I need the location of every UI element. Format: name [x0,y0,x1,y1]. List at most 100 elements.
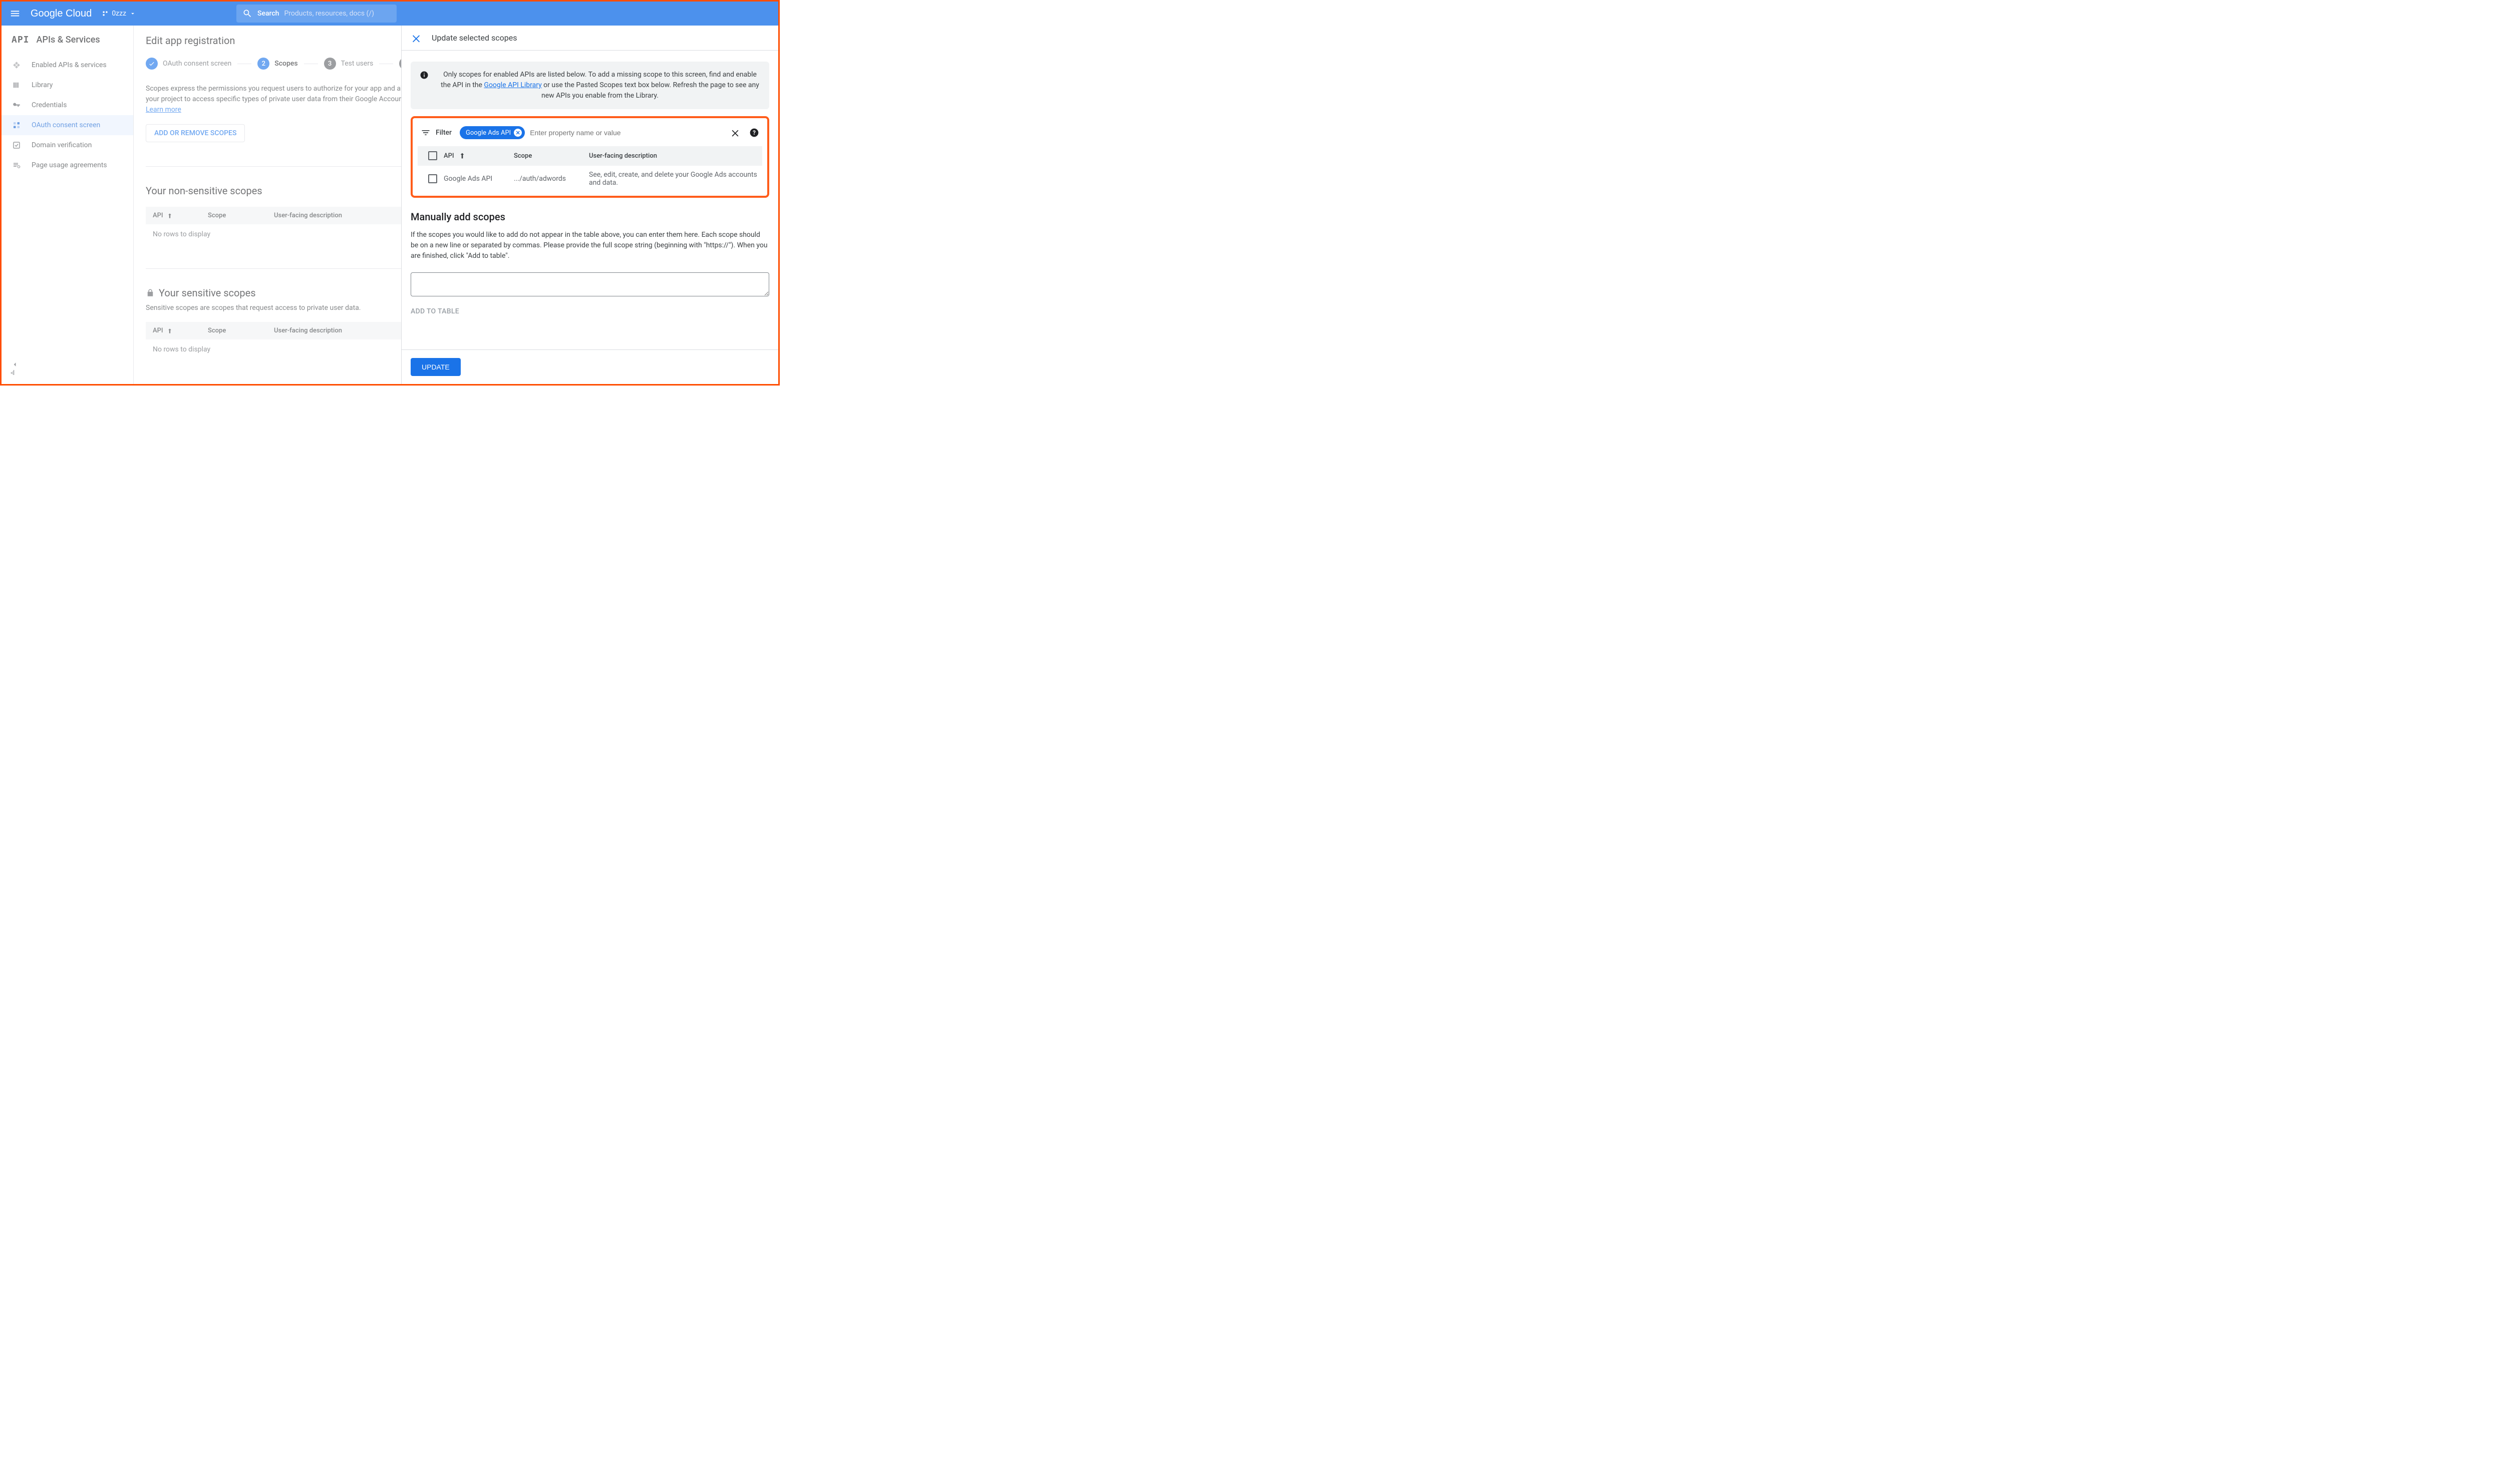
scope-table: API Scope User-facing description Google… [418,146,762,192]
add-to-table-button[interactable]: ADD TO TABLE [411,307,769,315]
step-label: Test users [341,60,374,68]
logo-text: Google Cloud [31,8,92,20]
step-scopes[interactable]: 2 Scopes [257,58,297,70]
scopes-info-text: Scopes express the permissions you reque… [146,84,416,115]
col-scope[interactable]: Scope [208,327,263,334]
non-sensitive-scopes-section: Your non-sensitive scopes API Scope User… [146,166,416,244]
lock-icon [146,288,155,297]
check-box-icon [12,141,22,150]
api-library-link[interactable]: Google API Library [484,81,541,89]
sidebar-item-label: Page usage agreements [32,161,107,169]
consent-icon [12,121,22,130]
info-note: Only scopes for enabled APIs are listed … [411,62,769,109]
sidebar-item-label: Credentials [32,101,67,109]
help-icon: ? [749,128,759,138]
sidebar-item-label: Library [32,81,53,89]
sort-up-icon [458,152,466,160]
col-desc-header[interactable]: User-facing description [589,152,758,160]
api-glyph: API [12,35,30,45]
manual-scopes-textarea[interactable] [411,272,769,296]
panel-footer: UPDATE [402,349,778,384]
col-api[interactable]: API [153,212,197,219]
sidebar-item-credentials[interactable]: Credentials [2,95,133,115]
collapse-sidebar-button[interactable]: <I [2,353,133,384]
svg-text:?: ? [753,129,756,136]
chip-remove-icon[interactable]: ✕ [514,129,522,137]
section-subtext: Sensitive scopes are scopes that request… [146,304,416,312]
sidebar-item-library[interactable]: Library [2,75,133,95]
col-scope-header[interactable]: Scope [514,152,589,160]
step-number: 2 [257,58,269,70]
clear-filter-button[interactable] [730,128,740,138]
close-icon [730,128,740,138]
manual-add-title: Manually add scopes [411,211,769,223]
chip-label: Google Ads API [466,129,511,137]
logo[interactable]: Google Cloud [31,8,92,20]
sidebar-header: API APIs & Services [2,26,133,55]
sidebar-item-page-usage[interactable]: Page usage agreements [2,155,133,175]
learn-more-link[interactable]: Learn more [146,106,181,114]
col-scope[interactable]: Scope [208,212,263,219]
sort-up-icon [166,327,173,334]
cell-api: Google Ads API [444,175,514,183]
hamburger-icon[interactable] [6,4,25,23]
update-button[interactable]: UPDATE [411,358,461,376]
col-api[interactable]: API [153,327,197,334]
step-number: 3 [324,58,336,70]
empty-row: No rows to display [146,224,416,244]
project-name: 0zzz [112,10,126,18]
sidebar-item-label: OAuth consent screen [32,121,100,129]
row-checkbox[interactable] [428,174,437,183]
key-icon [12,101,22,110]
cell-scope: .../auth/adwords [514,175,589,183]
col-api-header[interactable]: API [444,152,514,160]
library-icon [12,81,22,90]
sidebar-item-oauth-consent[interactable]: OAuth consent screen [2,115,133,135]
filter-input[interactable] [530,129,725,137]
step-label: Scopes [274,60,297,68]
sidebar-item-domain-verification[interactable]: Domain verification [2,135,133,155]
filter-icon[interactable] [421,128,431,138]
info-text: Scopes express the permissions you reque… [146,85,413,103]
panel-header: Update selected scopes [402,26,778,51]
step-oauth-consent[interactable]: OAuth consent screen [146,58,231,70]
select-all-checkbox[interactable] [428,151,437,160]
section-title: Your non-sensitive scopes [146,185,416,197]
search-bar[interactable]: Search Products, resources, docs (/) [236,5,397,23]
help-button[interactable]: ? [749,128,759,138]
search-label: Search [257,10,279,18]
sidebar-item-label: Domain verification [32,141,92,149]
cell-desc: See, edit, create, and delete your Googl… [589,171,758,187]
sort-up-icon [166,212,173,219]
filter-chip-google-ads[interactable]: Google Ads API ✕ [460,126,525,139]
sidebar-item-label: Enabled APIs & services [32,61,107,69]
chevron-down-icon [129,10,136,17]
empty-row: No rows to display [146,339,416,359]
sensitive-table: API Scope User-facing description No row… [146,322,416,359]
project-selector[interactable]: 0zzz [98,8,140,20]
close-icon [411,33,422,44]
panel-title: Update selected scopes [432,33,517,43]
top-bar: Google Cloud 0zzz Search Products, resou… [2,2,778,26]
manual-add-text: If the scopes you would like to add do n… [411,230,769,261]
non-sensitive-table: API Scope User-facing description No row… [146,207,416,244]
info-icon [420,70,430,80]
agreement-icon [12,161,22,170]
table-header-row: API Scope User-facing description [418,146,762,165]
update-scopes-panel: Update selected scopes Only scopes for e… [401,26,778,384]
sidebar: API APIs & Services Enabled APIs & servi… [2,26,134,384]
diamond-icon [12,61,22,70]
sidebar-item-enabled-apis[interactable]: Enabled APIs & services [2,55,133,75]
check-icon [146,58,158,70]
sensitive-scopes-section: Your sensitive scopes Sensitive scopes a… [146,268,416,359]
col-desc[interactable]: User-facing description [274,327,342,334]
add-remove-scopes-button[interactable]: ADD OR REMOVE SCOPES [146,124,245,142]
col-desc[interactable]: User-facing description [274,212,342,219]
sidebar-title: APIs & Services [37,35,100,45]
close-panel-button[interactable] [411,33,422,44]
step-test-users[interactable]: 3 Test users [324,58,374,70]
filter-highlight-annotation: Filter Google Ads API ✕ ? [411,116,769,198]
note-text-post: or use the Pasted Scopes text box below.… [541,81,759,100]
filter-label: Filter [436,129,452,137]
step-label: OAuth consent screen [163,60,231,68]
